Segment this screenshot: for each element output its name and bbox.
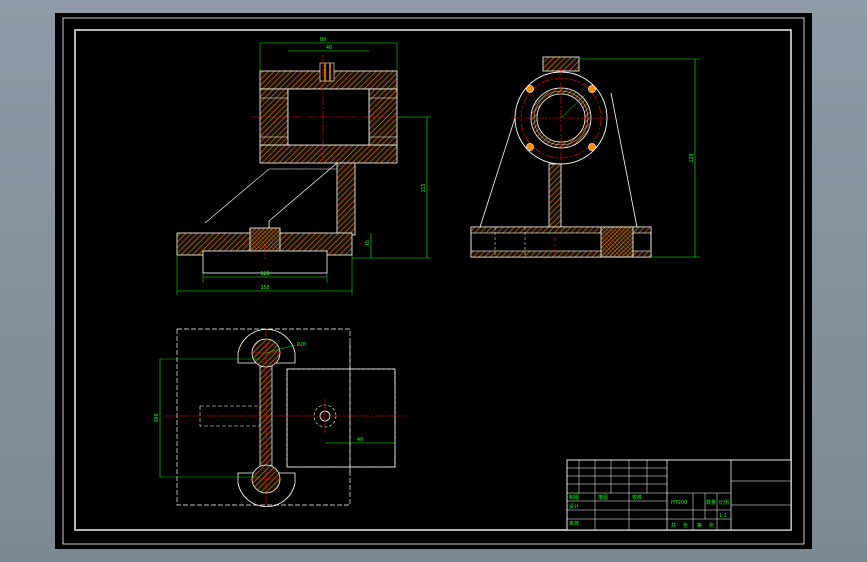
title-block: 制图 描图 校核 设计 审核 HT200 数量 比例 1:1 共 张 第 张	[566, 459, 792, 531]
tb-cell-row-a-3: 校核	[632, 494, 642, 501]
dim-top-width: 100	[154, 413, 160, 422]
tb-material: HT200	[671, 500, 687, 506]
dim-offset: 40	[357, 437, 363, 443]
tb-cell-row-b-2: 审核	[569, 520, 579, 527]
dim-base-length: 150	[260, 285, 269, 291]
tb-quantity-label: 数量	[706, 499, 716, 506]
dim-base-thickness: 15	[365, 240, 371, 246]
dim-side-height: 120	[689, 153, 695, 162]
inner-border	[74, 29, 792, 531]
dim-slot: 120	[260, 271, 269, 277]
tb-sheet-number: 第	[697, 522, 702, 529]
tb-sheet-number-unit: 张	[709, 522, 714, 529]
tb-scale: 1:1	[719, 513, 727, 519]
cad-drawing: 80 40 115 15 120 150 120 R20 100 40 制图 描…	[62, 17, 805, 545]
tb-cell-row-a-1: 制图	[569, 494, 579, 501]
top-view: R20 100 40	[154, 328, 405, 508]
drawing-sheet: 80 40 115 15 120 150 120 R20 100 40 制图 描…	[55, 13, 812, 549]
tb-sheet-total-unit: 张	[683, 522, 688, 529]
dim-radius: R20	[297, 342, 306, 348]
tb-sheet-total: 共	[671, 522, 676, 529]
side-view: 120	[470, 56, 700, 258]
tb-cell-row-a-2: 描图	[598, 494, 608, 501]
tb-scale-label: 比例	[719, 499, 729, 506]
front-view	[176, 55, 407, 274]
dim-width-top: 80	[320, 37, 326, 43]
dim-width-inner: 40	[326, 45, 332, 51]
dim-height: 115	[421, 183, 427, 192]
tb-cell-row-b-1: 设计	[569, 503, 579, 510]
